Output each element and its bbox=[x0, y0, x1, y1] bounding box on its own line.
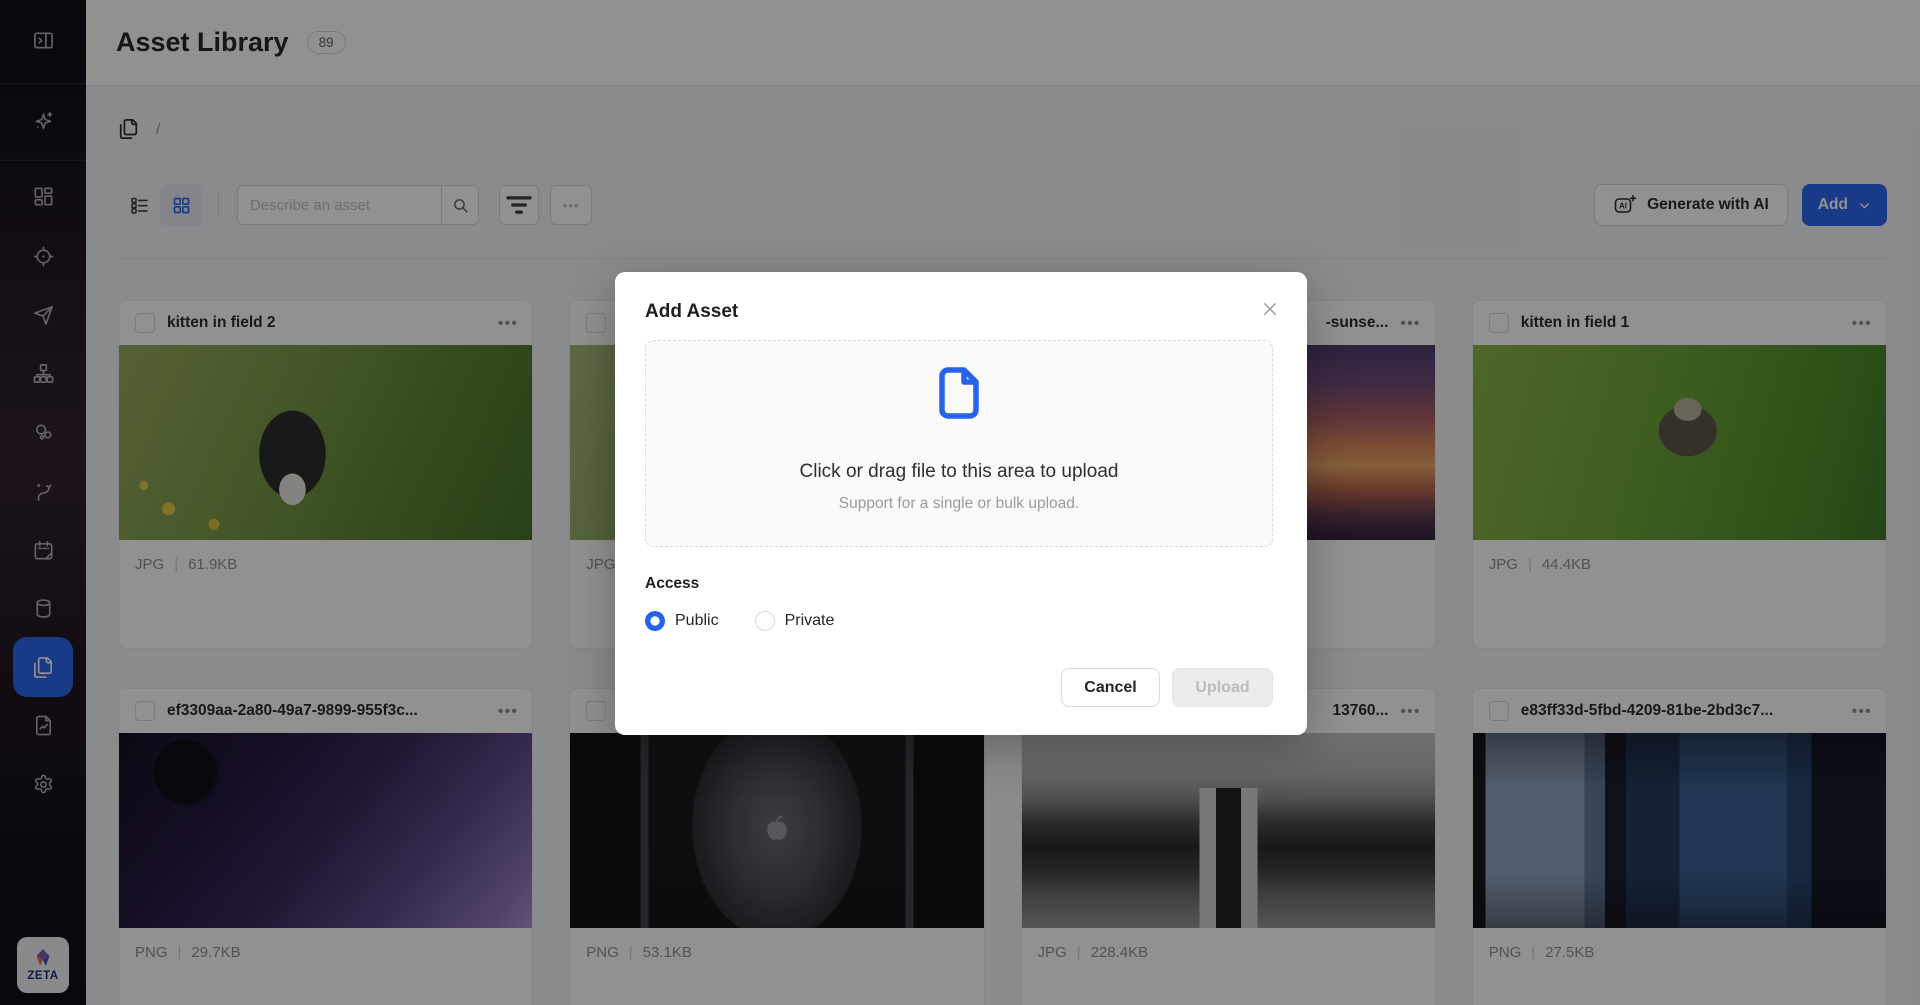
upload-instruction: Click or drag file to this area to uploa… bbox=[646, 461, 1272, 483]
add-asset-modal: Add Asset Click or drag file to this are… bbox=[615, 272, 1307, 735]
modal-title: Add Asset bbox=[645, 301, 738, 323]
upload-hint: Support for a single or bulk upload. bbox=[646, 495, 1272, 513]
upload-dropzone[interactable]: Click or drag file to this area to uploa… bbox=[645, 340, 1273, 547]
close-icon bbox=[1261, 300, 1279, 318]
upload-button[interactable]: Upload bbox=[1172, 668, 1273, 707]
modal-close-button[interactable] bbox=[1259, 298, 1281, 320]
access-radio-group: Public Private bbox=[645, 611, 834, 631]
radio-private-label: Private bbox=[785, 612, 835, 630]
radio-public[interactable] bbox=[645, 611, 665, 631]
radio-public-label: Public bbox=[675, 612, 719, 630]
asset-library-screen: ZETA Asset Library 89 / bbox=[0, 0, 1920, 1005]
access-label: Access bbox=[645, 575, 699, 593]
file-upload-icon bbox=[646, 366, 1272, 425]
modal-footer: Cancel Upload bbox=[1061, 668, 1273, 707]
radio-private[interactable] bbox=[755, 611, 775, 631]
cancel-button[interactable]: Cancel bbox=[1061, 668, 1160, 707]
